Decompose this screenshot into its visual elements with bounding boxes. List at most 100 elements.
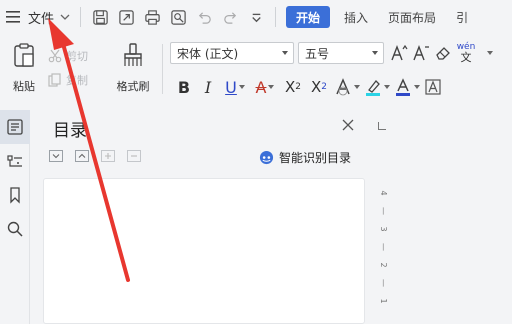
tab-home[interactable]: 开始: [286, 6, 331, 28]
undo-button[interactable]: [191, 0, 217, 34]
print-preview-button[interactable]: [165, 0, 191, 34]
font-family-select[interactable]: 宋体 (正文): [170, 42, 294, 64]
export-icon: [118, 9, 134, 25]
subscript-button[interactable]: X2: [306, 75, 332, 99]
redo-button[interactable]: [217, 0, 243, 34]
scissors-icon: [48, 49, 62, 63]
clipboard-icon: [14, 43, 34, 67]
phonetic-guide-button[interactable]: wén 文: [454, 41, 478, 65]
rail-bookmark-button[interactable]: [0, 178, 30, 212]
plus-icon: [105, 153, 111, 159]
toc-content-area[interactable]: [43, 178, 365, 324]
chevron-up-icon: [78, 153, 86, 158]
eraser-icon: [436, 47, 450, 60]
tab-page-layout[interactable]: 页面布局: [378, 0, 446, 34]
underline-button[interactable]: U: [220, 75, 250, 99]
add-level-button[interactable]: [101, 150, 115, 162]
remove-level-button[interactable]: [127, 150, 141, 162]
grow-font-button[interactable]: [388, 41, 410, 65]
ruler-numbers: 4 — 3 — 2 — 1: [376, 184, 392, 310]
strikethrough-button[interactable]: A: [250, 75, 280, 99]
text-effect-button[interactable]: [332, 75, 362, 99]
left-rail: [0, 110, 30, 324]
ruler-number: 1: [379, 298, 389, 304]
redo-icon: [223, 11, 236, 24]
save-button[interactable]: [87, 0, 113, 34]
font-color-icon: [396, 78, 410, 96]
toc-panel: 目录 智能识别目录: [31, 110, 371, 324]
document-area[interactable]: [396, 110, 512, 324]
search-icon: [7, 221, 23, 237]
clear-format-button[interactable]: [432, 41, 454, 65]
toc-toolbar: [49, 150, 153, 162]
bold-button[interactable]: B: [172, 75, 196, 99]
app-window: 文件 开始 插入 页面布局 引 粘贴 剪切 复制 格式刷 宋体 (正文) 五号 …: [0, 0, 512, 324]
vertical-ruler: 4 — 3 — 2 — 1: [372, 110, 396, 324]
expand-button[interactable]: [49, 150, 63, 162]
navigation-icon: [7, 155, 22, 167]
tab-references[interactable]: 引: [446, 0, 468, 34]
panel-title: 目录: [53, 121, 87, 141]
print-icon: [144, 9, 160, 25]
format-painter-button[interactable]: 格式刷: [108, 40, 158, 98]
shrink-font-icon: [413, 45, 429, 61]
cut-copy-group: 剪切 复制: [48, 44, 104, 92]
ruler-tick: —: [379, 279, 389, 287]
grow-font-icon: [391, 44, 408, 61]
font-size-select[interactable]: 五号: [298, 42, 384, 64]
paste-button[interactable]: 粘贴: [4, 40, 44, 98]
export-button[interactable]: [113, 0, 139, 34]
bookmark-icon: [10, 187, 20, 204]
print-preview-icon: [170, 9, 186, 25]
save-icon: [92, 9, 108, 25]
rail-navigation-button[interactable]: [0, 144, 30, 178]
highlight-button[interactable]: [362, 75, 392, 99]
undo-icon: [198, 11, 211, 24]
toc-icon: [7, 119, 23, 135]
char-border-button[interactable]: [422, 75, 444, 99]
file-menu-label: 文件: [28, 11, 55, 27]
more-icon: [251, 13, 261, 22]
divider: [162, 44, 163, 94]
ruler-number: 4: [379, 190, 389, 196]
title-bar: 文件 开始 插入 页面布局 引: [0, 0, 512, 34]
divider: [80, 7, 82, 27]
close-icon[interactable]: [341, 118, 355, 132]
shrink-font-button[interactable]: [410, 41, 432, 65]
smart-toc-label: 智能识别目录: [279, 151, 352, 165]
ribbon: 粘贴 剪切 复制 格式刷 宋体 (正文) 五号 wén 文 B I U A X …: [0, 36, 512, 104]
italic-button[interactable]: I: [196, 75, 220, 99]
text-effect-icon: [336, 78, 350, 96]
chevron-down-icon: [52, 154, 60, 159]
chevron-down-icon: [60, 14, 70, 20]
copy-button[interactable]: 复制: [48, 68, 104, 92]
minus-icon: [131, 155, 137, 157]
ruler-number: 3: [379, 226, 389, 232]
highlighter-icon: [366, 80, 380, 96]
tab-insert[interactable]: 插入: [334, 0, 378, 34]
cut-button[interactable]: 剪切: [48, 44, 104, 68]
smart-toc-button[interactable]: 智能识别目录: [259, 149, 351, 166]
char-border-icon: [425, 79, 441, 95]
font-family-value: 宋体 (正文): [177, 46, 239, 61]
phonetic-char: 文: [460, 50, 472, 64]
rail-toc-button[interactable]: [0, 110, 30, 144]
chevron-down-icon[interactable]: [478, 41, 500, 65]
file-menu[interactable]: 文件: [24, 0, 74, 34]
font-color-button[interactable]: [392, 75, 422, 99]
print-button[interactable]: [139, 0, 165, 34]
divider: [275, 7, 277, 27]
ruler-number: 2: [379, 262, 389, 268]
rail-search-button[interactable]: [0, 212, 30, 246]
paste-label: 粘贴: [13, 80, 35, 93]
chevron-down-icon: [372, 51, 378, 55]
more-button[interactable]: [243, 0, 269, 34]
smart-toc-icon: [259, 150, 274, 165]
collapse-button[interactable]: [75, 150, 89, 162]
chevron-down-icon: [282, 51, 288, 55]
superscript-button[interactable]: X2: [280, 75, 306, 99]
format-row-bottom: B I U A X2 X2: [172, 74, 444, 100]
cut-label: 剪切: [66, 50, 88, 63]
hamburger-icon[interactable]: [2, 0, 24, 34]
format-painter-label: 格式刷: [116, 80, 150, 93]
